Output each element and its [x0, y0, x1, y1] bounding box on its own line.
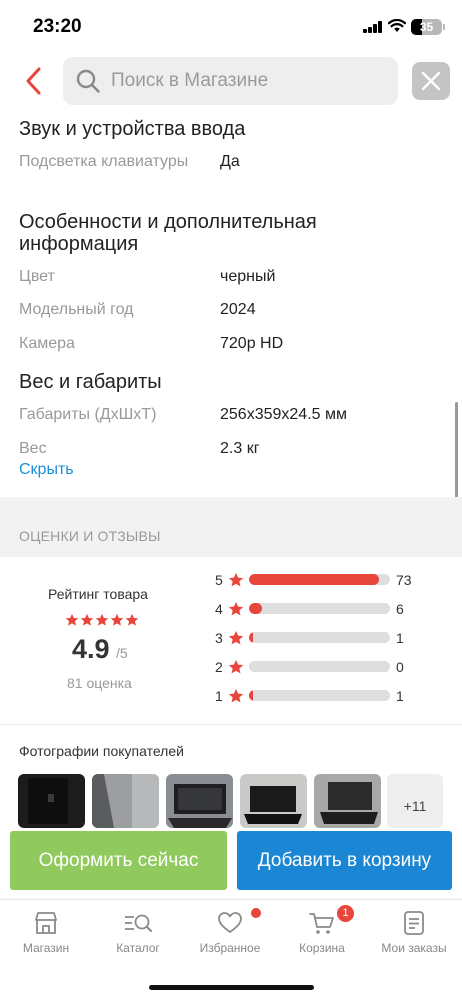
star-icon: [125, 613, 139, 626]
rating-bar: [249, 603, 390, 614]
search-icon: [76, 69, 100, 93]
spec-label-weight: Вес: [19, 440, 47, 457]
rating-bar: [249, 661, 390, 672]
heart-icon: [218, 912, 242, 933]
store-icon: [35, 912, 57, 934]
favorites-notification-dot: [251, 908, 261, 918]
customer-photo-thumbnail[interactable]: [92, 774, 159, 828]
add-to-cart-button[interactable]: Добавить в корзину: [237, 831, 452, 890]
section-title-dimensions: Вес и габариты: [19, 371, 162, 393]
more-photos-button[interactable]: +11: [387, 774, 443, 828]
spec-value-color: черный: [220, 268, 276, 285]
status-bar: 23:20 35: [0, 0, 462, 54]
cart-icon: [309, 913, 334, 934]
star-icon: [228, 689, 244, 703]
customer-photo-thumbnail[interactable]: [314, 774, 381, 828]
rating-row-stars: 4: [215, 601, 223, 617]
rating-row-stars: 5: [215, 572, 223, 588]
home-indicator[interactable]: [149, 985, 314, 990]
battery-icon: 35: [411, 19, 445, 35]
rating-row-count: 1: [396, 630, 404, 646]
spec-label-keyboard-backlight: Подсветка клавиатуры: [19, 153, 189, 170]
customer-photo-thumbnail[interactable]: [18, 774, 85, 828]
scrollbar[interactable]: [455, 402, 458, 502]
rating-bar: [249, 632, 390, 643]
rating-bar-fill: [249, 574, 380, 585]
star-icon: [228, 631, 244, 645]
tab-label: Избранное: [199, 941, 261, 955]
rating-bar: [249, 574, 390, 585]
average-rating-max: /5: [116, 645, 128, 661]
rating-row-count: 0: [396, 659, 404, 675]
rating-title: Рейтинг товара: [48, 586, 148, 602]
spec-label-camera: Камера: [19, 335, 75, 352]
spec-value-keyboard-backlight: Да: [220, 153, 240, 170]
battery-level: 35: [419, 20, 434, 34]
back-arrow-icon[interactable]: [20, 64, 50, 98]
rating-bar-fill: [249, 603, 262, 614]
catalog-icon: [125, 914, 152, 932]
tab-cart[interactable]: Корзина: [276, 906, 368, 964]
divider: [0, 724, 462, 725]
tab-label: Мои заказы: [381, 941, 447, 955]
rating-row-stars: 1: [215, 688, 223, 704]
close-icon: [421, 71, 441, 91]
spec-label-model-year: Модельный год: [19, 301, 134, 318]
star-icon: [228, 573, 244, 587]
search-bar[interactable]: [63, 57, 398, 105]
spec-value-camera: 720p HD: [220, 335, 284, 352]
buy-now-button[interactable]: Оформить сейчас: [10, 831, 227, 890]
hide-specs-link[interactable]: Скрыть: [19, 459, 74, 481]
rating-row-count: 6: [396, 601, 404, 617]
tab-label: Корзина: [299, 941, 345, 955]
rating-bar: [249, 690, 390, 701]
spec-value-dimensions: 256x359x24.5 мм: [220, 406, 347, 423]
star-icon: [95, 613, 109, 626]
star-icon: [110, 613, 124, 626]
tab-catalog[interactable]: Каталог: [92, 906, 184, 964]
orders-icon: [404, 911, 424, 935]
average-rating: 4.9: [72, 634, 110, 664]
spec-value-weight: 2.3 кг: [220, 440, 260, 457]
rating-count: 81 оценка: [67, 675, 132, 691]
rating-row-count: 73: [396, 572, 412, 588]
spec-label-dimensions: Габариты (ДхШхТ): [19, 406, 157, 423]
tab-favorites[interactable]: Избранное: [184, 906, 276, 964]
tab-label: Каталог: [116, 941, 160, 955]
tab-my-orders[interactable]: Мои заказы: [368, 906, 460, 964]
rating-bar-fill: [249, 632, 254, 643]
rating-row-stars: 2: [215, 659, 223, 675]
star-icon: [65, 613, 79, 626]
rating-stars: [65, 613, 139, 627]
reviews-section-header: ОЦЕНКИ И ОТЗЫВЫ: [0, 497, 462, 557]
tab-label: Магазин: [22, 941, 70, 955]
rating-bar-fill: [249, 690, 254, 701]
status-time: 23:20: [33, 16, 82, 37]
customer-photos-title: Фотографии покупателей: [19, 743, 184, 759]
tab-store[interactable]: Магазин: [0, 906, 92, 964]
star-icon: [80, 613, 94, 626]
search-input[interactable]: [111, 65, 391, 97]
clear-search-button[interactable]: [412, 62, 450, 100]
wifi-icon: [388, 19, 406, 32]
section-title-features: Особенности и дополнительная информация: [19, 211, 317, 255]
star-icon: [228, 660, 244, 674]
spec-value-model-year: 2024: [220, 301, 256, 318]
spec-label-color: Цвет: [19, 268, 55, 285]
rating-row-count: 1: [396, 688, 404, 704]
customer-photo-thumbnail[interactable]: [240, 774, 307, 828]
star-icon: [228, 602, 244, 616]
customer-photo-thumbnail[interactable]: [166, 774, 233, 828]
section-title-input-devices: Звук и устройства ввода: [19, 118, 246, 140]
cart-count-badge: 1: [337, 905, 354, 922]
cellular-signal-icon: [363, 21, 383, 33]
reviews-section-title: ОЦЕНКИ И ОТЗЫВЫ: [19, 528, 161, 544]
rating-row-stars: 3: [215, 630, 223, 646]
